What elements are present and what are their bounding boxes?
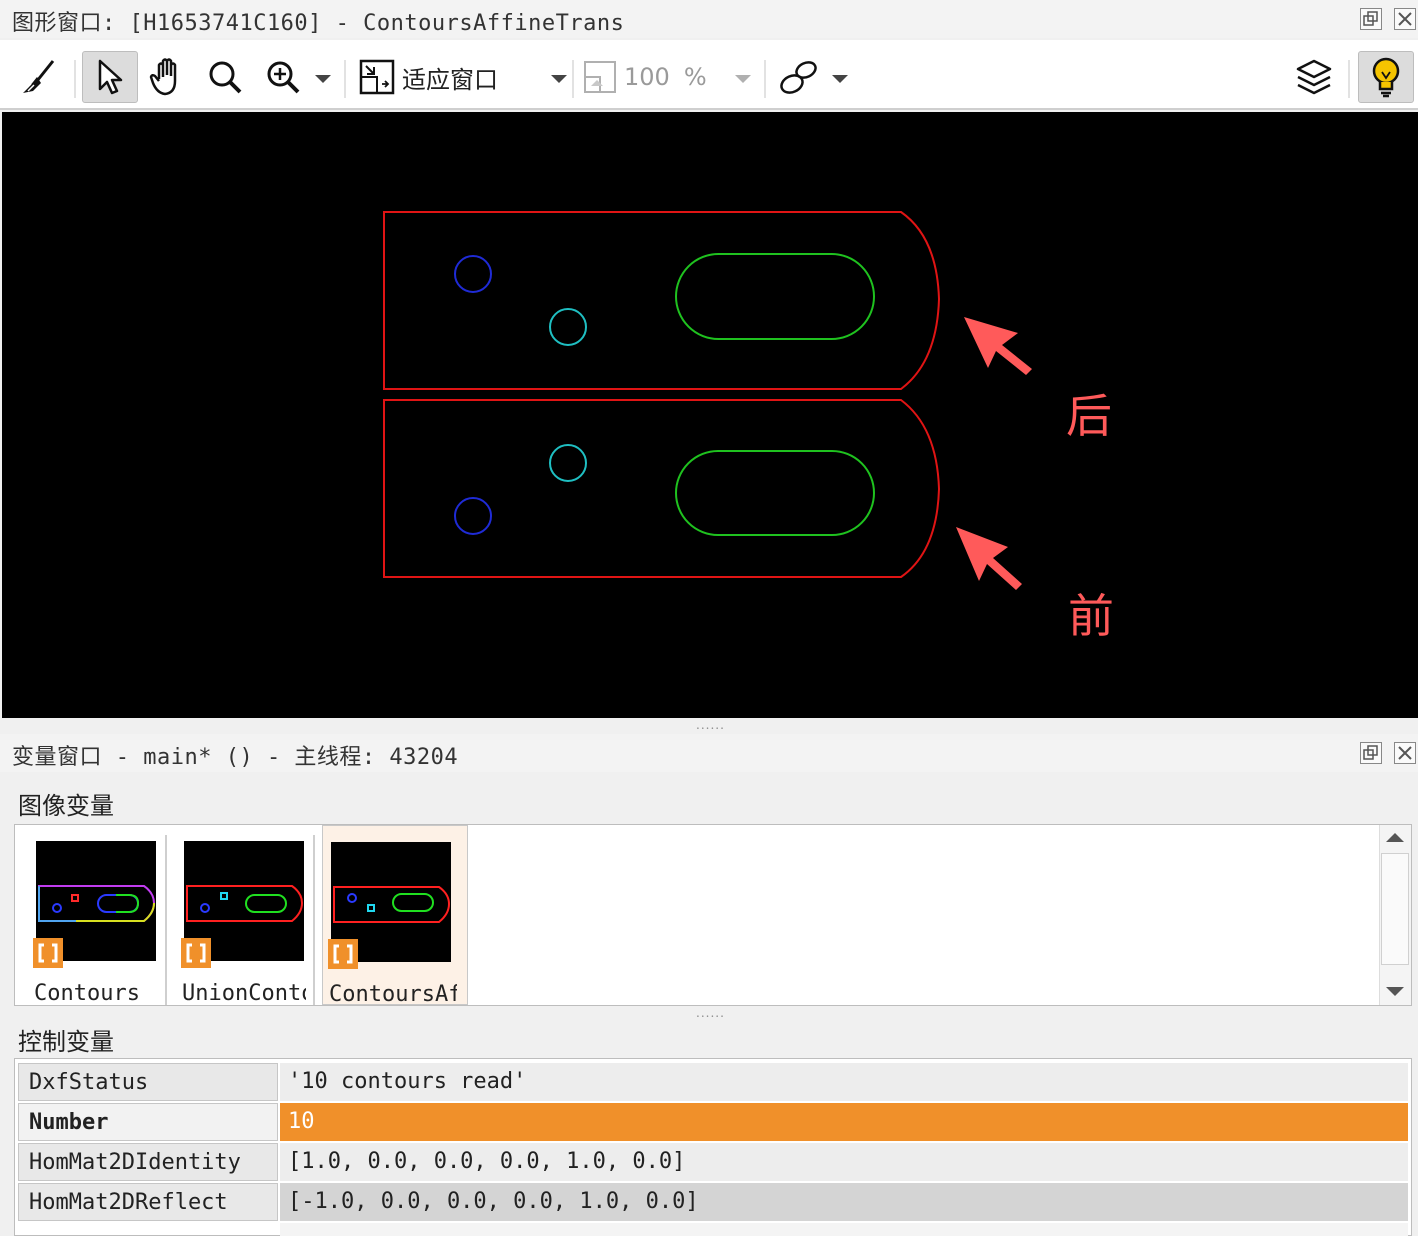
graphics-toolbar: 适应窗口 100 % xyxy=(0,40,1418,110)
back-slot xyxy=(675,253,875,340)
var-value: 10 xyxy=(280,1103,1408,1141)
image-var-item[interactable]: Contours xyxy=(16,825,162,1006)
var-value: [-1.0, 0.0, 0.0, 0.0, 1.0, 0.0] xyxy=(280,1183,1408,1221)
close-icon[interactable] xyxy=(1394,8,1416,30)
close-icon[interactable] xyxy=(1394,742,1416,764)
toolbar-separator xyxy=(764,60,766,98)
graphics-window-titlebar: 图形窗口: [H1653741C160] - ContoursAffineTra… xyxy=(0,0,1418,38)
var-value-empty xyxy=(280,1223,1408,1236)
restore-icon[interactable] xyxy=(1360,8,1382,30)
fit-window-icon[interactable] xyxy=(356,51,398,103)
front-annotation: 前 xyxy=(1068,589,1114,643)
var-name: DxfStatus xyxy=(18,1063,278,1101)
splitter-handle[interactable]: ...... xyxy=(696,718,725,732)
graphics-canvas[interactable]: 后 前 xyxy=(2,112,1418,718)
var-value: [1.0, 0.0, 0.0, 0.0, 1.0, 0.0] xyxy=(280,1143,1408,1181)
arrow-back-icon xyxy=(964,317,1032,375)
variable-window-titlebar: 变量窗口 - main* () - 主线程: 43204 xyxy=(0,734,1418,772)
zoom-dropdown-caret[interactable] xyxy=(315,75,331,83)
image-var-item[interactable]: UnionContours xyxy=(164,825,310,1006)
back-annotation: 后 xyxy=(1066,389,1112,443)
hand-icon[interactable] xyxy=(144,51,194,103)
scroll-up-icon[interactable] xyxy=(1386,833,1404,842)
back-hole-cyan xyxy=(549,308,587,346)
table-row[interactable]: HomMat2DIdentity [1.0, 0.0, 0.0, 0.0, 1.… xyxy=(18,1143,1408,1181)
back-part-outline xyxy=(383,211,941,390)
table-row-selected[interactable]: Number 10 xyxy=(18,1103,1408,1141)
image-var-label: Contours xyxy=(34,981,140,1006)
object-tag-icon xyxy=(328,939,358,969)
fit-window-label[interactable]: 适应窗口 xyxy=(402,51,522,103)
var-name: Number xyxy=(18,1103,278,1141)
toolbar-separator xyxy=(572,60,574,98)
zoom-value: 100 xyxy=(624,63,670,91)
table-row[interactable]: HomMat2DReflect [-1.0, 0.0, 0.0, 0.0, 1.… xyxy=(18,1183,1408,1221)
zoom-unit: % xyxy=(683,63,707,91)
lightbulb-icon[interactable] xyxy=(1358,51,1414,103)
table-row-empty xyxy=(18,1223,1408,1236)
var-name: HomMat2DReflect xyxy=(18,1183,278,1221)
control-variables-label: 控制变量 xyxy=(18,1028,114,1056)
control-variables-table: DxfStatus '10 contours read' Number 10 H… xyxy=(14,1058,1412,1236)
shape-dropdown-caret[interactable] xyxy=(832,75,848,83)
image-panel-scrollbar[interactable] xyxy=(1379,825,1411,1005)
restore-icon[interactable] xyxy=(1360,742,1382,764)
toolbar-separator xyxy=(1348,60,1350,98)
image-var-item-selected[interactable]: ContoursAffineTrans xyxy=(322,825,468,1007)
arrow-front-icon xyxy=(956,527,1022,590)
splitter-handle[interactable]: ...... xyxy=(696,1006,725,1020)
toolbar-separator xyxy=(74,60,76,98)
graphics-window-title: 图形窗口: [H1653741C160] - ContoursAffineTra… xyxy=(12,11,625,36)
front-slot xyxy=(675,450,875,536)
variable-window-title: 变量窗口 - main* () - 主线程: 43204 xyxy=(12,745,459,770)
toolbar-separator xyxy=(344,60,346,98)
scroll-down-icon[interactable] xyxy=(1386,987,1404,996)
table-row[interactable]: DxfStatus '10 contours read' xyxy=(18,1063,1408,1101)
back-hole-blue xyxy=(454,255,492,293)
image-variables-panel: Contours UnionContours xyxy=(14,824,1412,1007)
fit-dropdown-caret[interactable] xyxy=(551,75,567,83)
zoom-in-icon[interactable] xyxy=(258,51,308,103)
thumb-separator xyxy=(313,835,315,1005)
front-hole-cyan xyxy=(549,444,587,482)
pointer-icon[interactable] xyxy=(82,51,138,103)
zoom-percent-icon xyxy=(582,51,618,103)
layers-icon[interactable] xyxy=(1290,51,1338,103)
broom-icon[interactable] xyxy=(14,51,64,103)
zoom-percent-field[interactable]: 100 % xyxy=(624,51,734,103)
lasso-icon[interactable] xyxy=(776,51,824,103)
image-variables-label: 图像变量 xyxy=(18,792,114,820)
scroll-thumb[interactable] xyxy=(1381,853,1409,965)
zoom-percent-caret[interactable] xyxy=(735,75,751,83)
front-part-outline xyxy=(383,399,941,578)
magnifier-icon[interactable] xyxy=(200,51,250,103)
var-name: HomMat2DIdentity xyxy=(18,1143,278,1181)
image-var-label: UnionContours xyxy=(182,981,306,1006)
var-value: '10 contours read' xyxy=(280,1063,1408,1101)
image-var-label: ContoursAffineTrans xyxy=(329,982,457,1007)
contour-display: 后 前 xyxy=(383,211,1114,643)
object-tag-icon xyxy=(181,938,211,968)
front-hole-blue xyxy=(454,497,492,535)
object-tag-icon xyxy=(33,938,63,968)
